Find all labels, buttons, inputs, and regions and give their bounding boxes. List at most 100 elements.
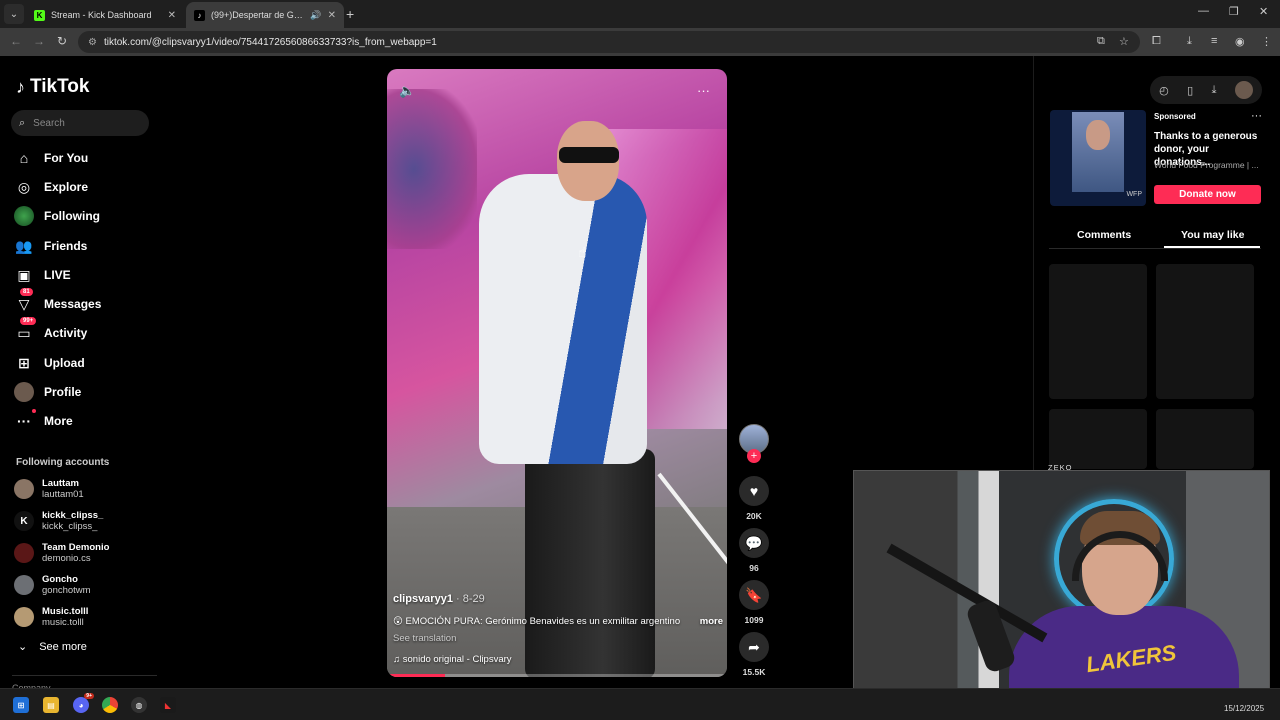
- menu-dots-icon[interactable]: ⋮: [1261, 35, 1272, 48]
- like-button[interactable]: ♥: [739, 476, 769, 506]
- compass-icon: ◎: [17, 178, 31, 195]
- recommended-video-placeholder[interactable]: [1156, 409, 1254, 469]
- comment-count: 96: [749, 563, 759, 573]
- ad-thumbnail[interactable]: WFP: [1050, 110, 1146, 206]
- install-app-icon[interactable]: ⧉: [1097, 35, 1105, 48]
- video-progress-bar[interactable]: [387, 674, 727, 677]
- video-more-icon[interactable]: ···: [697, 83, 710, 98]
- browser-tabbar: ⌄ K Stream - Kick Dashboard ✕ ♪ (99+)Des…: [0, 0, 1280, 28]
- back-icon[interactable]: ←: [10, 34, 22, 48]
- nav-live[interactable]: ▣ LIVE: [14, 263, 70, 287]
- top-right-actions: ◴ ▯ ⤓: [1150, 76, 1262, 104]
- comment-button[interactable]: 💬: [739, 528, 769, 558]
- following-icon: [14, 206, 34, 226]
- download-icon[interactable]: ⤓: [1187, 35, 1192, 48]
- share-count: 15.5K: [742, 667, 766, 677]
- ad-more-icon[interactable]: ···: [1251, 110, 1262, 122]
- webcam-overlay: LAKERS: [853, 470, 1270, 706]
- media-control-icon[interactable]: ≡: [1211, 35, 1217, 47]
- kick-icon: K: [34, 9, 45, 21]
- restore-icon[interactable]: ❐: [1229, 5, 1239, 18]
- save-button[interactable]: 🔖: [739, 580, 769, 610]
- tab-kick-dashboard[interactable]: K Stream - Kick Dashboard ✕: [26, 2, 184, 28]
- site-info-icon[interactable]: ⚙: [88, 37, 97, 48]
- account-lauttam[interactable]: Lauttam lauttam01: [14, 478, 84, 500]
- activity-badge: 99+: [20, 317, 37, 325]
- video-author[interactable]: clipsvaryy1 · 8-29: [393, 593, 723, 605]
- comment-icon: 💬: [745, 534, 763, 551]
- browser-toolbar: ← → ↻ ⚙ tiktok.com/@clipsvaryy1/video/75…: [0, 28, 1280, 56]
- account-music-tolll[interactable]: Music.tolll music.tolll: [14, 606, 88, 628]
- heart-icon: ♥: [749, 483, 759, 499]
- compass-icon[interactable]: ◴: [1159, 84, 1169, 97]
- minimize-icon[interactable]: —: [1198, 5, 1209, 17]
- forward-icon[interactable]: →: [33, 34, 45, 48]
- taskbar-date: 15/12/2025: [1224, 704, 1265, 713]
- avatar: [14, 479, 34, 499]
- nav-activity[interactable]: ▭ 99+ Activity: [14, 317, 87, 345]
- tabs-divider: [1049, 248, 1261, 249]
- account-team-demonio[interactable]: Team Demonio demonio.cs: [14, 542, 109, 564]
- download-icon[interactable]: ⤓: [1212, 84, 1217, 97]
- tab-tiktok-video[interactable]: ♪ (99+)Despertar de Gero: Un 🔊 ✕: [186, 2, 344, 28]
- nav-profile[interactable]: Profile: [14, 380, 81, 404]
- account-goncho[interactable]: Goncho gonchotwm: [14, 574, 91, 596]
- new-tab-icon[interactable]: +: [346, 6, 354, 22]
- tab-search-icon[interactable]: ⌄: [4, 4, 24, 24]
- bookmark-star-icon[interactable]: ☆: [1119, 35, 1129, 48]
- close-tab-icon[interactable]: ✕: [168, 10, 176, 21]
- file-explorer-icon[interactable]: ▤: [43, 697, 59, 713]
- app-icon[interactable]: ◣: [160, 697, 176, 713]
- messages-badge: 81: [20, 288, 33, 296]
- follow-plus-icon[interactable]: +: [747, 449, 761, 463]
- extensions-icon[interactable]: ⧠: [1152, 35, 1161, 48]
- more-link[interactable]: more: [700, 616, 723, 627]
- nav-following[interactable]: Following: [14, 204, 100, 228]
- following-accounts-title: Following accounts: [16, 457, 110, 468]
- recommended-video-placeholder[interactable]: [1049, 409, 1147, 469]
- divider: [12, 675, 157, 676]
- windows-start-icon[interactable]: ⊞: [13, 697, 29, 713]
- avatar: [14, 607, 34, 627]
- nav-explore[interactable]: ◎ Explore: [14, 175, 88, 199]
- tiktok-logo[interactable]: ♪ TikTok: [16, 76, 89, 98]
- upload-icon: ⊞: [18, 354, 30, 371]
- video-description: 😲 EMOCIÓN PURA: Gerónimo Benavides es un…: [393, 616, 723, 627]
- phone-icon[interactable]: ▯: [1187, 84, 1193, 97]
- avatar: [14, 543, 34, 563]
- hand-cursor-icon: ☝: [578, 244, 587, 260]
- tab-comments[interactable]: Comments: [1077, 229, 1131, 241]
- home-icon: ⌂: [19, 150, 29, 166]
- speaker-icon[interactable]: 🔊: [310, 10, 321, 21]
- save-count: 1099: [744, 615, 764, 625]
- share-button[interactable]: ➦: [739, 632, 769, 662]
- account-kickk-clipss[interactable]: K kickk_clipss_ kickk_clipss_: [14, 510, 103, 532]
- nav-for-you[interactable]: ⌂ For You: [14, 146, 88, 170]
- donate-now-button[interactable]: Donate now: [1154, 185, 1261, 204]
- nav-friends[interactable]: 👥 Friends: [14, 234, 87, 258]
- close-window-icon[interactable]: ✕: [1259, 5, 1268, 18]
- obs-icon[interactable]: ◍: [131, 697, 147, 713]
- nav-messages[interactable]: ▽ 81 Messages: [14, 288, 101, 316]
- sound-link[interactable]: ♫ sonido original - Clipsvary: [393, 654, 723, 665]
- address-bar[interactable]: ⚙ tiktok.com/@clipsvaryy1/video/75441726…: [78, 31, 1140, 53]
- profile-avatar-icon[interactable]: ◉: [1235, 35, 1245, 48]
- see-translation-link[interactable]: See translation: [393, 633, 723, 644]
- reload-icon[interactable]: ↻: [57, 34, 67, 48]
- tiktok-icon: ♪: [194, 9, 205, 21]
- user-avatar[interactable]: [1234, 81, 1253, 99]
- tab-you-may-like[interactable]: You may like: [1181, 229, 1244, 241]
- video-player[interactable]: 🔈 ··· clipsvaryy1 · 8-29 😲 EMOCIÓN PURA:…: [387, 69, 727, 677]
- volume-icon[interactable]: 🔈: [399, 83, 415, 99]
- chrome-icon[interactable]: [102, 697, 118, 713]
- nav-upload[interactable]: ⊞ Upload: [14, 351, 85, 375]
- recommended-video-placeholder[interactable]: [1049, 264, 1147, 399]
- like-count: 20K: [746, 511, 762, 521]
- messages-icon: ▽ 81: [14, 288, 34, 314]
- see-more-button[interactable]: ⌄ See more: [18, 640, 87, 654]
- recommended-video-placeholder[interactable]: [1156, 264, 1254, 399]
- discord-icon[interactable]: ◕ 9+: [73, 693, 94, 713]
- nav-more[interactable]: ··· More: [14, 409, 73, 433]
- close-tab-icon[interactable]: ✕: [328, 10, 336, 21]
- search-input[interactable]: ⌕ Search: [11, 110, 149, 136]
